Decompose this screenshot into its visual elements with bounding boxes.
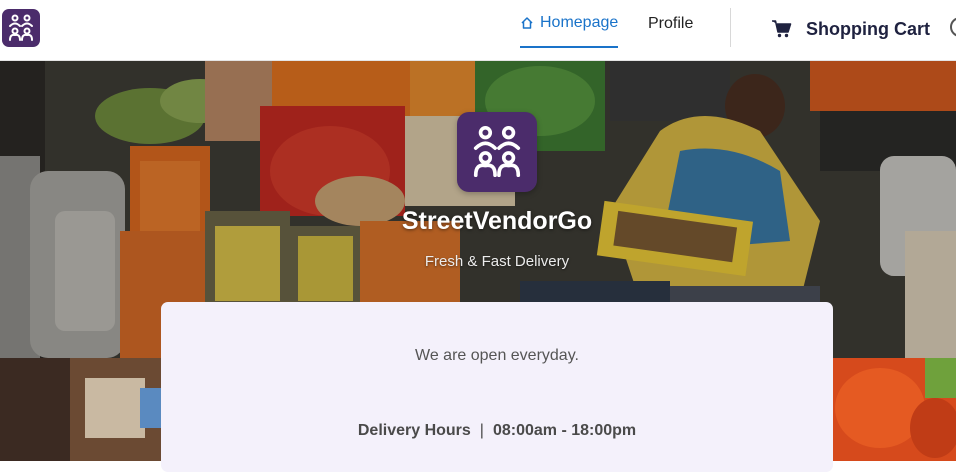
top-navigation-bar: Homepage Profile Shopping Cart <box>0 0 956 61</box>
opening-hours-card: We are open everyday. Delivery Hours | 08:… <box>161 302 833 472</box>
brand-tagline: Fresh & Fast Delivery <box>424 253 570 270</box>
delivery-hours-separator: | <box>479 422 484 439</box>
delivery-hours-label: Delivery Hours <box>357 422 471 439</box>
nav-divider <box>730 8 731 47</box>
nav-shopping-cart-label: Shopping Cart <box>806 18 930 39</box>
nav-shopping-cart-link[interactable]: Shopping Cart <box>772 0 930 58</box>
open-everyday-text: We are open everyday. <box>415 347 579 364</box>
shopping-cart-icon <box>772 20 792 38</box>
nav-profile-label: Profile <box>648 15 694 32</box>
brand-logo <box>457 112 537 192</box>
nav-profile-link[interactable]: Profile <box>648 0 693 48</box>
people-group-icon <box>9 14 33 41</box>
home-icon <box>520 16 534 30</box>
brand-name: StreetVendorGo <box>401 207 593 235</box>
people-group-icon <box>473 125 521 178</box>
delivery-hours-value: 08:00am - 18:00pm <box>492 422 637 439</box>
nav-homepage-link[interactable]: Homepage <box>520 0 619 48</box>
app-logo[interactable] <box>2 9 40 47</box>
user-avatar-icon[interactable] <box>950 17 956 37</box>
nav-homepage-label: Homepage <box>540 14 619 31</box>
delivery-hours-line: Delivery Hours | 08:00am - 18:00pm <box>161 422 833 440</box>
